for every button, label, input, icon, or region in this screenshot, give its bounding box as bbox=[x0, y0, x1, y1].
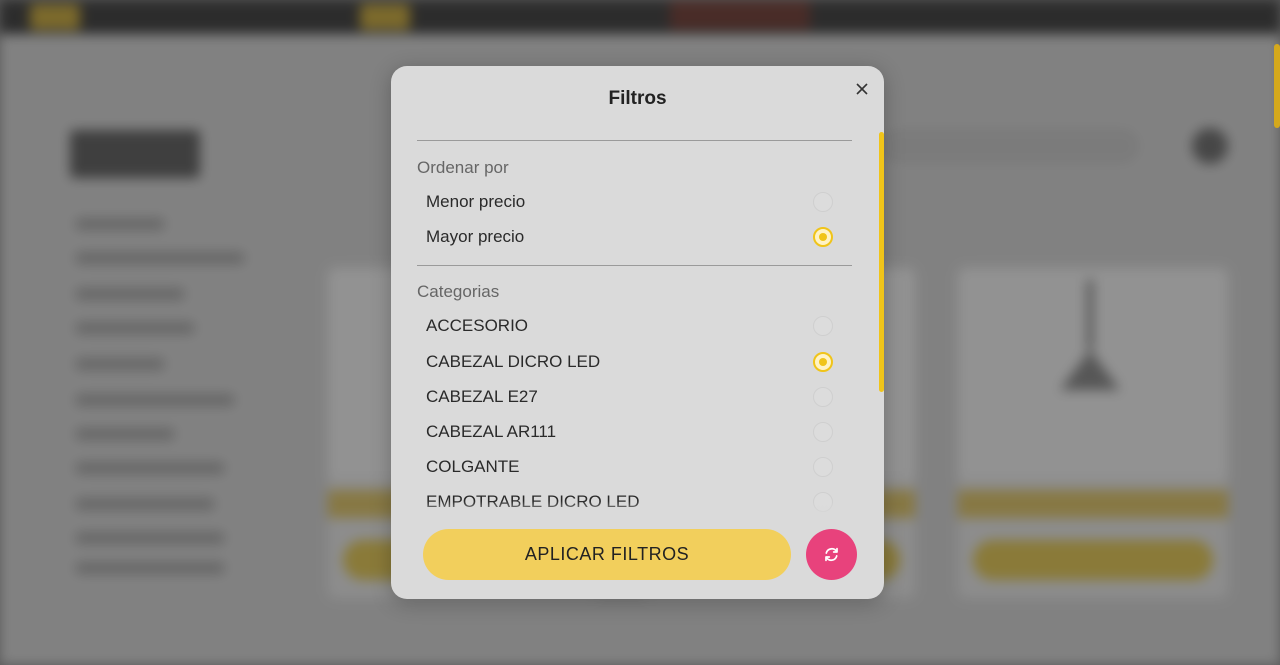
close-button[interactable] bbox=[853, 80, 871, 98]
category-option-colgante[interactable]: COLGANTE bbox=[426, 453, 836, 483]
page-scrollbar[interactable] bbox=[1274, 44, 1280, 128]
option-label: ACCESORIO bbox=[426, 316, 529, 335]
reset-filters-button[interactable] bbox=[806, 529, 857, 580]
radio-button[interactable] bbox=[813, 422, 833, 442]
filters-modal: Filtros Ordenar por Menor precio Mayor p… bbox=[391, 66, 884, 599]
radio-button-checked[interactable] bbox=[813, 227, 833, 247]
radio-button-checked[interactable] bbox=[813, 352, 833, 372]
radio-button[interactable] bbox=[813, 387, 833, 407]
sort-section-label: Ordenar por bbox=[417, 158, 509, 177]
sort-option-mayor-precio[interactable]: Mayor precio bbox=[426, 223, 836, 253]
modal-scrollbar[interactable] bbox=[879, 132, 884, 392]
section-divider bbox=[417, 265, 852, 266]
option-label: CABEZAL E27 bbox=[426, 387, 538, 406]
modal-title: Filtros bbox=[608, 88, 667, 109]
category-option-cabezal-e27[interactable]: CABEZAL E27 bbox=[426, 383, 836, 413]
close-icon bbox=[856, 83, 868, 95]
categories-section-label: Categorias bbox=[417, 282, 500, 301]
category-option-cabezal-ar111[interactable]: CABEZAL AR111 bbox=[426, 418, 836, 448]
apply-filters-button[interactable]: APLICAR FILTROS bbox=[423, 529, 791, 580]
option-label: Mayor precio bbox=[426, 227, 525, 246]
radio-button[interactable] bbox=[813, 192, 833, 212]
list-fade bbox=[391, 501, 884, 519]
option-label: CABEZAL AR111 bbox=[426, 422, 557, 441]
radio-button[interactable] bbox=[813, 457, 833, 477]
sort-option-menor-precio[interactable]: Menor precio bbox=[426, 188, 836, 218]
radio-button[interactable] bbox=[813, 316, 833, 336]
option-label: Menor precio bbox=[426, 192, 526, 211]
option-label: COLGANTE bbox=[426, 457, 520, 476]
refresh-icon bbox=[825, 547, 838, 562]
title-divider bbox=[417, 140, 852, 141]
category-option-cabezal-dicro-led[interactable]: CABEZAL DICRO LED bbox=[426, 348, 836, 378]
category-option-accesorio[interactable]: ACCESORIO bbox=[426, 312, 836, 342]
option-label: CABEZAL DICRO LED bbox=[426, 352, 601, 371]
